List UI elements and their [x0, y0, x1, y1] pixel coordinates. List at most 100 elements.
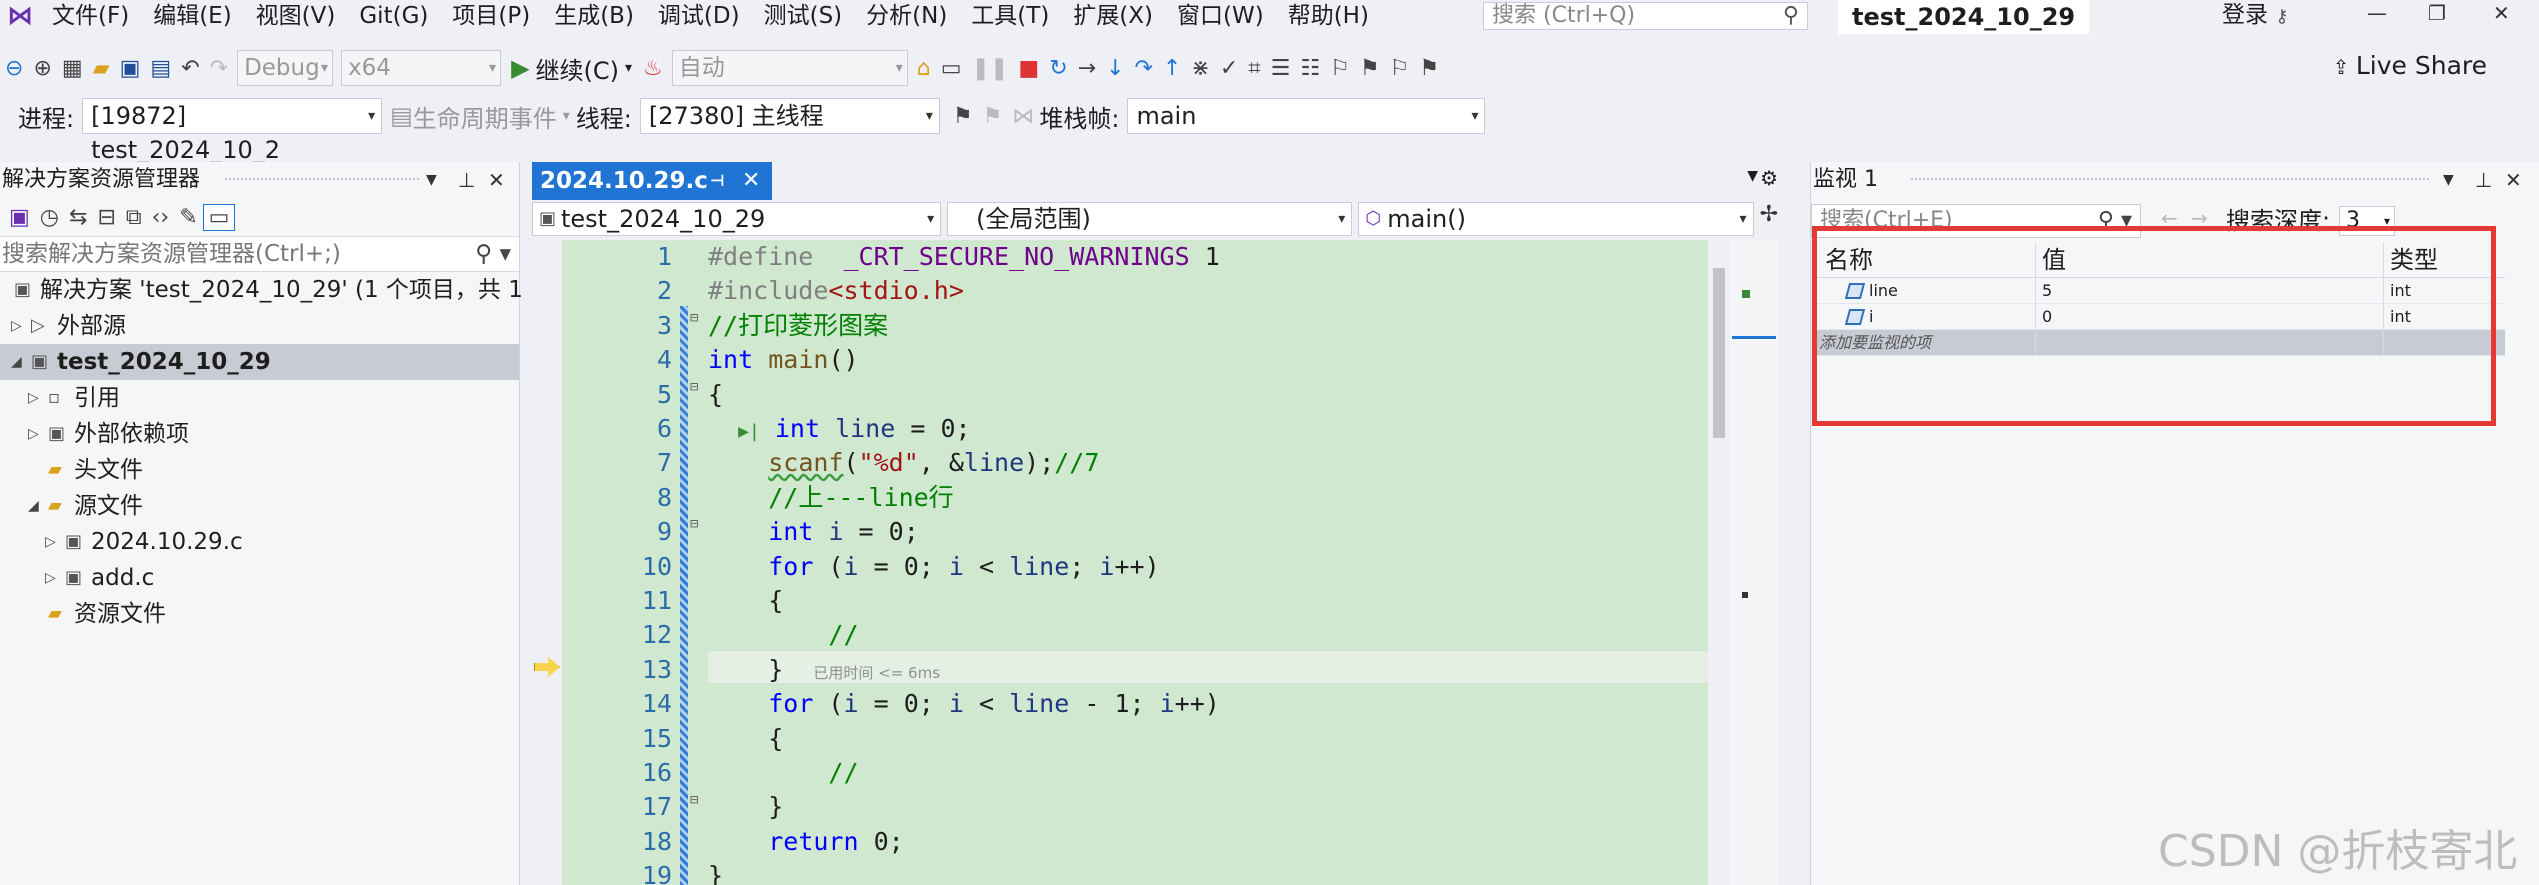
- layout-icon[interactable]: ▭: [936, 56, 967, 81]
- browse-icon[interactable]: ⌂: [912, 56, 936, 81]
- collapsed-icon[interactable]: ▷: [45, 524, 56, 560]
- expanded-icon[interactable]: ◢: [28, 488, 39, 524]
- nav-project-select[interactable]: ▣ test_2024_10_29 ▾: [532, 202, 942, 236]
- platform-select[interactable]: x64 ▾: [341, 50, 502, 86]
- nav-scope-select[interactable]: (全局范围) ▾: [947, 202, 1353, 236]
- menu-item-1[interactable]: 编辑(E): [141, 0, 243, 32]
- auto-select[interactable]: 自动 ▾: [671, 50, 908, 86]
- chevron-down-icon[interactable]: ▼: [2443, 162, 2454, 198]
- undo-icon[interactable]: ↶: [176, 56, 204, 81]
- stack-frame-select[interactable]: main ▾: [1127, 98, 1486, 134]
- nav-function-select[interactable]: ⬡ main() ▾: [1358, 202, 1754, 236]
- switch-views-icon[interactable]: ▣: [4, 205, 35, 230]
- save-all-icon[interactable]: ▤: [145, 56, 176, 81]
- live-share-button[interactable]: ⇪ Live Share: [2333, 46, 2487, 87]
- lifecycle-events-button[interactable]: 生命周期事件: [413, 99, 557, 134]
- menu-item-9[interactable]: 工具(T): [959, 0, 1061, 32]
- menu-item-3[interactable]: Git(G): [347, 0, 440, 32]
- bookmark-icon[interactable]: ⚐: [1325, 56, 1355, 81]
- process-select[interactable]: [19872] test_2024_10_2 ▾: [82, 98, 383, 164]
- bookmark-clear-icon[interactable]: ⚑: [1414, 56, 1444, 81]
- menu-item-0[interactable]: 文件(F): [40, 0, 141, 32]
- bookmark-next-icon[interactable]: ⚐: [1385, 56, 1415, 81]
- tab-2024-10-29-c[interactable]: 2024.10.29.c ⊣ ✕: [532, 162, 772, 200]
- fold-icon[interactable]: ⊟: [690, 379, 698, 395]
- drag-grip[interactable]: [225, 178, 419, 180]
- tree-item[interactable]: ▷ ▷ 外部源: [0, 308, 519, 344]
- glyph-margin[interactable]: [532, 240, 562, 885]
- fold-icon[interactable]: ⊟: [690, 516, 698, 532]
- new-project-icon[interactable]: ▦: [57, 56, 88, 81]
- collapsed-icon[interactable]: ▷: [45, 560, 56, 596]
- menu-item-12[interactable]: 帮助(H): [1276, 0, 1381, 32]
- history-icon[interactable]: ◷: [35, 205, 64, 230]
- close-icon[interactable]: ✕: [488, 162, 505, 198]
- collapsed-icon[interactable]: ▷: [28, 380, 39, 416]
- open-folder-icon[interactable]: ▰: [88, 56, 115, 81]
- menu-item-4[interactable]: 项目(P): [440, 0, 542, 32]
- drag-grip[interactable]: [1911, 178, 2429, 180]
- fold-icon[interactable]: ⊟: [690, 310, 698, 326]
- save-icon[interactable]: ▣: [115, 56, 146, 81]
- close-icon[interactable]: ✕: [2505, 162, 2522, 198]
- format-icon[interactable]: ⌗: [1243, 56, 1265, 81]
- menu-item-2[interactable]: 视图(V): [244, 0, 348, 32]
- pin-icon[interactable]: ⊣: [710, 162, 725, 200]
- preview-selected-icon[interactable]: ▭: [202, 203, 236, 231]
- tree-item[interactable]: ▷ ▣ add.c: [0, 560, 519, 596]
- tree-item[interactable]: ▷ ▫ 引用: [0, 380, 519, 416]
- close-icon[interactable]: ✕: [742, 162, 760, 200]
- step-over-icon[interactable]: ↷: [1130, 56, 1158, 81]
- step-out-icon[interactable]: ↑: [1158, 56, 1186, 81]
- scrollbar-thumb[interactable]: [1713, 268, 1725, 438]
- bookmark-prev-icon[interactable]: ⚑: [1355, 56, 1385, 81]
- solution-search-input[interactable]: 搜索解决方案资源管理器(Ctrl+;) ⚲ ▾: [0, 236, 519, 272]
- expanded-icon[interactable]: ◢: [11, 344, 22, 380]
- menu-item-10[interactable]: 扩展(X): [1061, 0, 1165, 32]
- tab-list-icon[interactable]: ▼: [1747, 168, 1758, 184]
- collapsed-icon[interactable]: ▷: [11, 308, 22, 344]
- tree-item[interactable]: ▷ ▣ 2024.10.29.c: [0, 524, 519, 560]
- chevron-down-icon[interactable]: ▼: [426, 162, 437, 198]
- collapse-all-icon[interactable]: ⊟: [92, 205, 120, 230]
- split-icon[interactable]: ✢: [1760, 202, 1778, 238]
- menu-item-5[interactable]: 生成(B): [542, 0, 646, 32]
- preview-icon[interactable]: ‹›: [147, 205, 175, 230]
- thread-select[interactable]: [27380] 主线程 ▾: [639, 98, 940, 134]
- overview-ruler[interactable]: [1730, 240, 1778, 885]
- global-search-input[interactable]: 搜索 (Ctrl+Q) ⚲: [1483, 2, 1808, 30]
- menu-item-7[interactable]: 测试(S): [752, 0, 855, 32]
- config-select[interactable]: Debug ▾: [237, 50, 334, 86]
- pin-icon[interactable]: ⊥: [458, 162, 475, 198]
- pause-icon[interactable]: ❚❚: [967, 56, 1014, 81]
- tree-item[interactable]: ▰ 资源文件: [0, 596, 519, 632]
- properties-icon[interactable]: ✎: [174, 205, 202, 230]
- tree-item[interactable]: ▰ 头文件: [0, 452, 519, 488]
- step-into-icon[interactable]: ↓: [1101, 56, 1129, 81]
- menu-item-8[interactable]: 分析(N): [854, 0, 959, 32]
- hot-reload-icon[interactable]: ♨: [638, 56, 668, 81]
- flag-icon[interactable]: ⚑: [948, 104, 978, 129]
- restore-button[interactable]: ❐: [2428, 0, 2446, 26]
- code-area[interactable]: 1 2 3 4 5 6 7 8 9 10 11 12 13 14 15 16 17 18 19 ⊟ ⊟ ⊟ ⊟ #d…: [532, 240, 1778, 885]
- restart-icon[interactable]: ↻: [1044, 56, 1072, 81]
- spellcheck-icon[interactable]: ✓: [1215, 56, 1243, 81]
- pin-icon[interactable]: ⊥: [2475, 162, 2492, 198]
- fold-icon[interactable]: ⊟: [690, 792, 698, 808]
- back-icon[interactable]: ⊖: [0, 56, 28, 81]
- gear-icon[interactable]: ⚙: [1760, 166, 1778, 190]
- login-button[interactable]: 登录 ⚷: [2222, 0, 2289, 32]
- flag-all-icon[interactable]: ⚑: [978, 104, 1008, 129]
- tree-item[interactable]: ◢ ▰ 源文件: [0, 488, 519, 524]
- menu-item-6[interactable]: 调试(D): [646, 0, 752, 32]
- continue-button[interactable]: ▶ 继续(C) ▾: [505, 51, 638, 86]
- forward-icon[interactable]: ⊕: [28, 56, 56, 81]
- menu-item-11[interactable]: 窗口(W): [1165, 0, 1276, 32]
- uncomment-icon[interactable]: ☷: [1295, 56, 1325, 81]
- close-window-button[interactable]: ✕: [2493, 0, 2510, 26]
- minimize-button[interactable]: —: [2367, 0, 2387, 26]
- hex-display-icon[interactable]: ⋇: [1186, 56, 1214, 81]
- collapsed-icon[interactable]: ▷: [28, 416, 39, 452]
- tree-item[interactable]: ▷ ▣ 外部依赖项: [0, 416, 519, 452]
- show-all-files-icon[interactable]: ⧉: [121, 205, 147, 230]
